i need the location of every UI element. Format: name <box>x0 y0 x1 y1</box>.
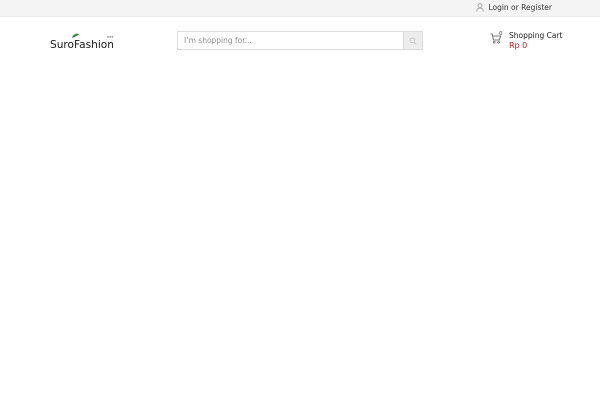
login-register-label: Login or Register <box>488 3 552 12</box>
cart-count-badge: 0 <box>499 31 503 37</box>
logo-suffix: net <box>107 34 114 39</box>
site-logo[interactable]: SuroFashion net <box>50 31 118 53</box>
login-register-link[interactable]: Login or Register <box>476 3 552 12</box>
search-icon <box>409 36 417 45</box>
cart-total: Rp 0 <box>509 41 528 50</box>
top-bar: Login or Register <box>0 0 600 17</box>
user-icon <box>476 3 485 12</box>
search-input[interactable] <box>178 32 403 49</box>
cart-label: Shopping Cart <box>509 31 563 40</box>
logo-wordmark: SuroFashion <box>50 38 114 51</box>
search-bar <box>177 31 423 50</box>
shopping-cart[interactable]: 0 Shopping Cart Rp 0 <box>490 30 563 54</box>
search-button[interactable] <box>403 32 422 49</box>
